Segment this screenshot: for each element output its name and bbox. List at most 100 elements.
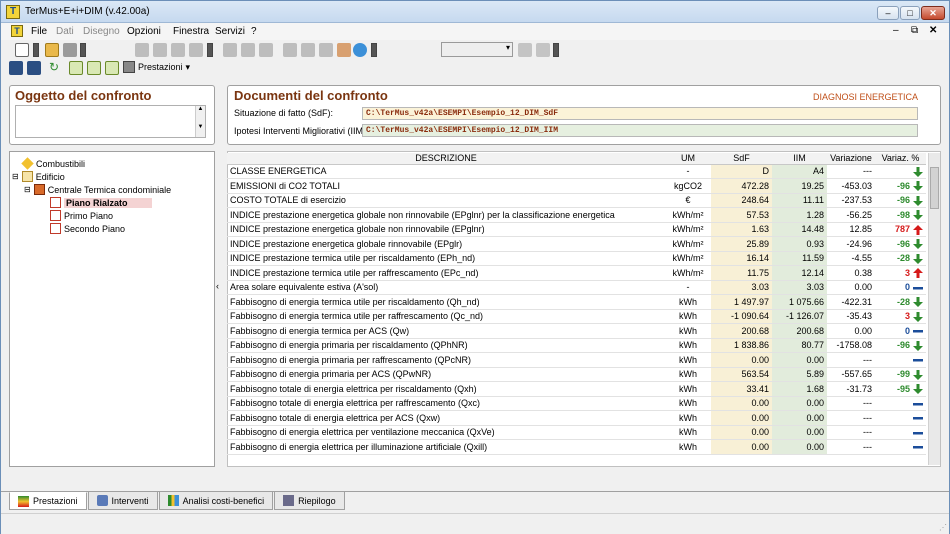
minimize-button[interactable]: –: [877, 6, 899, 20]
tab-analisi-costi-benefici[interactable]: Analisi costi-benefici: [158, 492, 274, 510]
table-row[interactable]: INDICE prestazione termica utile per ris…: [227, 251, 926, 266]
variaz-pct-value: -28: [896, 253, 910, 264]
tree-item-piano-rialzato[interactable]: Piano Rialzato: [50, 197, 152, 208]
col-header-variazione[interactable]: Variazione: [827, 153, 875, 165]
tool-icon[interactable]: [337, 43, 351, 57]
col-header-variaz-pct[interactable]: Variaz. %: [875, 153, 926, 165]
fan-icon[interactable]: [283, 43, 297, 57]
col-header-iim[interactable]: IIM: [772, 153, 827, 165]
menu-finestra[interactable]: Finestra: [173, 26, 209, 37]
menu-dati[interactable]: Dati: [56, 26, 74, 37]
table-scrollbar[interactable]: [928, 153, 940, 465]
variaz-pct-value: -28: [896, 296, 910, 307]
wrench-icon[interactable]: [319, 43, 333, 57]
doc-icon[interactable]: T: [11, 25, 23, 37]
table-row[interactable]: EMISSIONI di CO2 TOTALI kgCO2 472.28 19.25-…: [227, 178, 926, 194]
refresh-icon[interactable]: ↻: [47, 61, 61, 75]
toolbar-grip[interactable]: [207, 43, 213, 57]
table-row[interactable]: Fabbisogno di energia primaria per raffr…: [227, 352, 926, 368]
tree-item-secondo-piano[interactable]: Secondo Piano: [50, 223, 125, 234]
tab-interventi[interactable]: Interventi: [87, 492, 158, 510]
table-row[interactable]: INDICE prestazione energetica globale no…: [227, 222, 926, 237]
new-document-icon[interactable]: [15, 43, 29, 57]
splitter-handle[interactable]: ‹: [216, 271, 223, 301]
table-row[interactable]: Fabbisogno di energia elettrica per vent…: [227, 425, 926, 440]
table-row[interactable]: CLASSE ENERGETICA - D A4 ---: [227, 164, 926, 179]
scrollbar[interactable]: ▲ ▼: [195, 106, 205, 137]
collapse-icon[interactable]: ⊟: [24, 185, 31, 194]
toolbar-grip[interactable]: [553, 43, 559, 57]
layer-dropdown[interactable]: ▾: [441, 42, 513, 57]
col-header-sdf[interactable]: SdF: [711, 153, 772, 165]
print-icon[interactable]: [63, 43, 77, 57]
cell-iim: 1 075.66: [772, 294, 827, 310]
stack-icon[interactable]: [536, 43, 550, 57]
table-row[interactable]: Fabbisogno di energia termica utile per …: [227, 309, 926, 324]
tab-riepilogo[interactable]: Riepilogo: [274, 492, 345, 510]
document-green-icon[interactable]: [69, 61, 83, 75]
mdi-close-button[interactable]: ✕: [929, 25, 937, 36]
table-row[interactable]: INDICE prestazione energetica globale no…: [227, 207, 926, 223]
document-compare-icon[interactable]: [105, 61, 119, 75]
col-header-descrizione[interactable]: DESCRIZIONE: [227, 153, 665, 165]
save-icon[interactable]: [9, 61, 23, 75]
table-row[interactable]: Fabbisogno totale di energia elettrica p…: [227, 396, 926, 411]
save-all-icon[interactable]: [27, 61, 41, 75]
iim-path-field[interactable]: C:\TerMus_v42a\ESEMPI\Esempio_12_DIM_IIM: [362, 124, 918, 137]
line-icon[interactable]: [241, 43, 255, 57]
tree-item-edificio[interactable]: ⊟ Edificio: [12, 171, 65, 182]
cell-um: kWh: [665, 294, 711, 310]
scrollbar-thumb[interactable]: [930, 167, 939, 209]
table-row[interactable]: INDICE prestazione energetica globale ri…: [227, 236, 926, 252]
variaz-pct-value: -99: [896, 369, 910, 380]
collapse-icon[interactable]: ⊟: [12, 172, 19, 181]
menu-servizi[interactable]: Servizi: [215, 26, 245, 37]
toolbar-grip[interactable]: [33, 43, 39, 57]
layers-icon[interactable]: [518, 43, 532, 57]
object-textarea[interactable]: ▲ ▼: [15, 105, 206, 138]
menu-help[interactable]: ?: [251, 26, 257, 37]
menu-file[interactable]: File: [31, 26, 47, 37]
grid-icon[interactable]: [135, 43, 149, 57]
table-row[interactable]: Area solare equivalente estiva (A'sol) -3…: [227, 280, 926, 295]
mdi-restore-button[interactable]: ⧉: [911, 25, 918, 36]
pump-icon[interactable]: [259, 43, 273, 57]
window-title: TerMus+E+i+DIM (v.42.00a): [25, 6, 150, 17]
wall-icon[interactable]: [171, 43, 185, 57]
table-row[interactable]: COSTO TOTALE di esercizio €248.64 11.11 -23…: [227, 193, 926, 208]
table-row[interactable]: INDICE prestazione termica utile per raf…: [227, 265, 926, 281]
menu-opzioni[interactable]: Opzioni: [127, 26, 161, 37]
tree-item-combustibili[interactable]: Combustibili: [21, 157, 85, 170]
table-row[interactable]: Fabbisogno di energia primaria per ACS (…: [227, 367, 926, 382]
docs-title: Documenti del confronto: [234, 88, 388, 103]
close-button[interactable]: ✕: [921, 6, 945, 20]
document-edit-icon[interactable]: [87, 61, 101, 75]
open-folder-icon[interactable]: [45, 43, 59, 57]
table-row[interactable]: Fabbisogno totale di energia elettrica p…: [227, 410, 926, 426]
menu-disegno[interactable]: Disegno: [83, 26, 120, 37]
maximize-button[interactable]: □: [900, 6, 920, 20]
water-drop-icon[interactable]: [353, 43, 367, 57]
variaz-pct-value: 3: [904, 311, 910, 322]
tree-item-centrale-termica[interactable]: ⊟ Centrale Termica condominiale: [24, 184, 171, 195]
sdf-path-field[interactable]: C:\TerMus_v42a\ESEMPI\Esempio_12_DIM_SdF: [362, 107, 918, 120]
plane-icon[interactable]: [189, 43, 203, 57]
table-row[interactable]: Fabbisogno di energia termica utile per …: [227, 294, 926, 310]
table-row[interactable]: Fabbisogno di energia primaria per risca…: [227, 338, 926, 353]
table-row[interactable]: Fabbisogno di energia termica per ACS (Q…: [227, 323, 926, 339]
tree-item-primo-piano[interactable]: Primo Piano: [50, 210, 113, 221]
mdi-minimize-button[interactable]: –: [893, 25, 899, 36]
table-row[interactable]: Fabbisogno totale di energia elettrica p…: [227, 381, 926, 397]
window-icon[interactable]: [223, 43, 237, 57]
table-row[interactable]: Fabbisogno di energia elettrica per illu…: [227, 439, 926, 455]
toolbar-grip[interactable]: [80, 43, 86, 57]
col-header-um[interactable]: UM: [665, 153, 711, 165]
cell-um: kgCO2: [665, 178, 711, 194]
table-icon[interactable]: [153, 43, 167, 57]
tab-prestazioni[interactable]: Prestazioni: [9, 492, 87, 510]
valve-icon[interactable]: [301, 43, 315, 57]
toolbar-grip[interactable]: [371, 43, 377, 57]
resize-grip[interactable]: ⋰: [939, 523, 947, 532]
cell-variaz-pct: [875, 164, 926, 179]
prestazioni-dropdown[interactable]: Prestazioni ▾: [123, 61, 190, 73]
